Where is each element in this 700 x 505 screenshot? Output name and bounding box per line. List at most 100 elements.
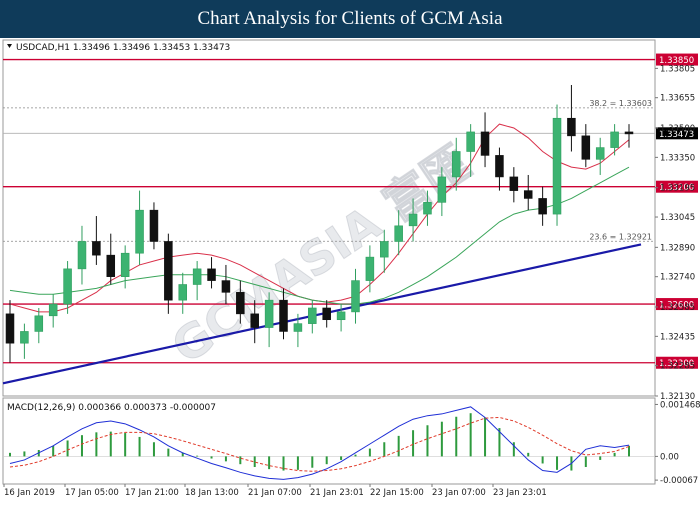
price-axis-label: 1.32890 [660,243,695,253]
candle-body [264,299,274,328]
macd-histogram-bar [628,445,630,457]
candle-body [567,117,576,137]
candle-body [192,268,202,285]
macd-axis-label: 0.00 [660,452,679,462]
macd-histogram-bar [556,456,559,470]
macd-histogram-bar [80,435,83,457]
macd-histogram-bar [613,452,616,457]
macd-histogram-bar [124,433,127,457]
candle-body [552,117,562,215]
macd-histogram-bar [239,456,242,465]
macd-histogram-bar [512,442,515,457]
macd-histogram-bar [282,456,285,471]
candle-body [48,303,58,317]
macd-histogram-bar [109,431,112,457]
candle-body [437,176,447,203]
candle-body [380,241,389,258]
candle-body [466,131,475,152]
candle-body [149,209,159,242]
candle-body [351,280,360,313]
candle-body [451,151,461,178]
time-axis-label: 21 Jan 07:00 [248,488,302,498]
macd-histogram-bar [95,432,98,457]
chart-frame: GCMASIA 富匯 1.33850 1.33200 1.32600 1.32300 3… [0,38,700,500]
candle-body [308,307,317,324]
macd-histogram-bar [368,448,371,457]
candle-body [523,190,533,199]
candle-body [538,198,547,215]
price-axis-label: 1.32740 [660,273,695,283]
macd-histogram-bar [354,454,357,457]
macd-histogram-bar [455,416,458,457]
macd-histogram-bar [469,413,472,457]
candle-body [423,202,432,215]
time-axis-label: 23 Jan 23:01 [493,488,547,498]
macd-histogram-bar [9,452,11,457]
candle-body [92,241,101,256]
candle-body [120,252,130,277]
macd-histogram-bar [426,425,429,457]
candle-body [221,280,231,293]
time-axis-label: 17 Jan 21:00 [125,488,179,498]
price-axis-label: 1.33350 [660,153,695,163]
time-axis-label: 21 Jan 23:01 [310,488,364,498]
macd-histogram-bar [311,456,314,468]
candle-body [279,299,288,332]
macd-histogram-bar [268,456,271,470]
candle-body [495,155,504,178]
candle-body [207,268,216,281]
price-axis-label: 1.33500 [660,124,695,134]
macd-histogram-bar [296,456,299,470]
candle-body [164,241,173,301]
candle-body [595,147,605,160]
macd-histogram-bar [152,442,155,457]
candle-body [106,254,116,277]
price-axis-label: 1.33045 [660,213,695,223]
candle-body [365,256,375,281]
macd-histogram-bar [224,456,227,462]
price-axis-label: 1.32585 [660,303,695,313]
macd-header: MACD(12,26,9) 0.000366 0.000373 -0.00000… [7,403,216,413]
candle-body [63,268,72,305]
time-axis-label: 17 Jan 05:00 [65,488,119,498]
macd-histogram-bar [440,421,443,457]
macd-histogram-bar [52,445,55,457]
time-axis-label: 23 Jan 07:00 [432,488,486,498]
candle-body [624,131,634,135]
candle-body [480,131,490,156]
candle-body [322,307,331,321]
macd-histogram-bar [383,442,386,457]
candle-body [394,225,403,242]
macd-histogram-bar [253,456,256,468]
price-axis-label: 1.33655 [660,94,695,104]
macd-histogram-bar [397,435,400,457]
macd-axis-label: 0.001468 [660,400,700,410]
fibonacci-label: 38.2 = 1.33603 [589,99,652,108]
time-axis-label: 22 Jan 15:00 [370,488,424,498]
macd-histogram-bar [527,452,530,457]
macd-histogram-bar [599,456,602,460]
candle-body [5,313,15,344]
candle-body [77,241,87,270]
banner-title: Chart Analysis for Clients of GCM Asia [0,0,700,38]
candle-body [408,213,418,227]
price-chart[interactable]: GCMASIA 富匯 1.338501.332001.326001.323003… [0,38,700,500]
candle-body [581,135,591,160]
time-axis-label: 18 Jan 13:00 [185,488,239,498]
macd-histogram-bar [167,448,170,457]
candle-body [610,131,619,148]
symbol-header: USDCAD,H1 1.33496 1.33496 1.33453 1.3347… [16,43,230,53]
macd-histogram-bar [484,417,487,457]
macd-histogram-bar [340,456,343,460]
price-axis-label: 1.32285 [660,362,695,372]
macd-histogram-bar [138,436,141,457]
candle-body [236,292,245,315]
macd-histogram-bar [584,456,587,468]
candle-body [34,315,44,332]
price-axis-label: 1.33195 [660,184,695,194]
macd-histogram-bar [541,456,544,464]
candle-body [509,176,519,191]
macd-histogram-bar [66,440,69,457]
candle-body [20,331,29,344]
price-axis-label: 1.33805 [660,64,695,74]
